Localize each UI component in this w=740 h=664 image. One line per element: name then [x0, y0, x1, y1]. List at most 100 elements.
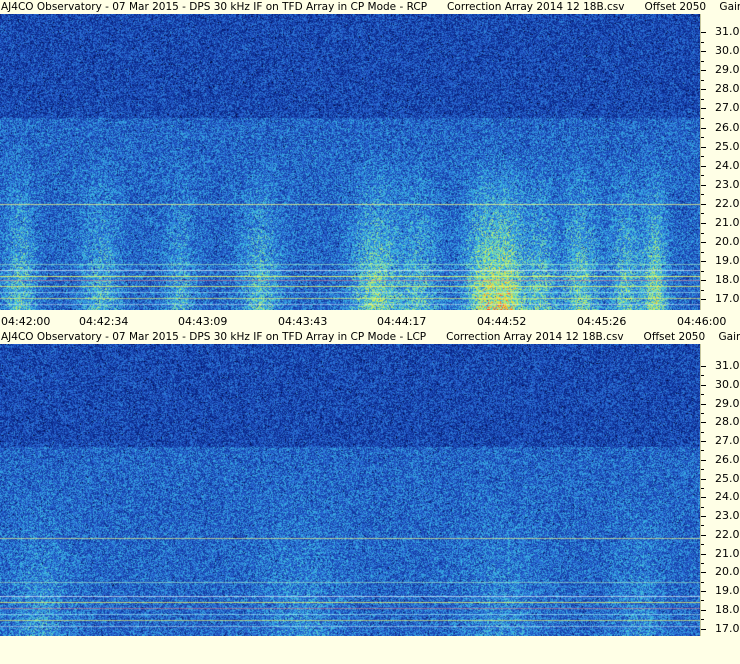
frequency-label: 30.0 [715, 377, 740, 391]
frequency-label: 19.0 [715, 254, 740, 268]
frequency-tick [701, 223, 706, 224]
frequency-label: 21.0 [715, 216, 740, 229]
frequency-minor-tick [701, 469, 704, 471]
frequency-label: 28.0 [715, 415, 740, 429]
frequency-minor-tick [701, 251, 704, 253]
frequency-tick [701, 628, 706, 630]
frequency-label: 30.0 [715, 44, 740, 58]
frequency-tick [701, 384, 706, 386]
frequency-tick [701, 299, 706, 301]
frequency-label: 31.0 [715, 25, 740, 38]
frequency-label: 29.0 [715, 63, 740, 77]
frequency-label: 31.0 [715, 359, 740, 372]
frequency-minor-tick [701, 544, 704, 546]
rcp-spectrogram [0, 14, 700, 310]
time-label: 04:46:00 [677, 315, 727, 328]
frequency-minor-tick [701, 600, 704, 602]
frequency-label: 20.0 [715, 565, 740, 579]
frequency-minor-tick [701, 506, 704, 508]
frequency-tick [701, 478, 706, 480]
frequency-tick [701, 459, 706, 461]
frequency-minor-tick [701, 175, 704, 177]
lcp-spectrogram-canvas [0, 344, 700, 636]
frequency-label: 22.0 [715, 527, 740, 541]
frequency-tick [701, 242, 706, 244]
frequency-tick [701, 203, 706, 205]
lcp-panel-title: AJ4CO Observatory - 07 Mar 2015 - DPS 30… [1, 331, 740, 343]
frequency-tick [701, 553, 706, 555]
rcp-panel-title: AJ4CO Observatory - 07 Mar 2015 - DPS 30… [1, 1, 740, 13]
frequency-label: 27.0 [715, 101, 740, 115]
frequency-tick [701, 591, 706, 592]
frequency-label: 21.0 [715, 546, 740, 560]
frequency-tick [701, 127, 706, 129]
frequency-minor-tick [701, 562, 704, 564]
frequency-minor-tick [701, 450, 704, 452]
time-label: 04:42:34 [79, 315, 129, 328]
frequency-tick [701, 516, 706, 517]
rcp-spectrogram-canvas [0, 14, 700, 310]
rcp-frequency-axis: 31.0 30.0 29.0 28.0 27.0 26.0 25.0 24.0 23.0 22.0… [700, 14, 740, 310]
frequency-minor-tick [701, 98, 704, 100]
frequency-label: 26.0 [715, 120, 740, 134]
frequency-label: 17.0 [715, 292, 740, 306]
frequency-minor-tick [701, 431, 704, 433]
lcp-frequency-axis: 31.0 30.0 29.0 28.0 27.0 26.0 25.0 24.0 23.0 22.0… [700, 344, 740, 636]
frequency-label: 22.0 [715, 196, 740, 210]
frequency-label: 18.0 [715, 602, 740, 616]
frequency-minor-tick [701, 525, 704, 527]
time-label: 04:43:43 [278, 315, 328, 328]
frequency-minor-tick [701, 394, 704, 396]
frequency-tick [701, 51, 706, 53]
time-axis: 04:42:00 04:42:34 04:43:09 04:43:43 04:4… [0, 310, 740, 330]
frequency-tick [701, 403, 706, 405]
frequency-minor-tick [701, 60, 704, 62]
frequency-minor-tick [701, 41, 704, 43]
frequency-label: 17.0 [715, 621, 740, 635]
frequency-label: 26.0 [715, 452, 740, 466]
lcp-panel: AJ4CO Observatory - 07 Mar 2015 - DPS 30… [0, 330, 740, 636]
time-label: 04:44:52 [477, 315, 527, 328]
frequency-label: 27.0 [715, 434, 740, 447]
frequency-tick [701, 441, 706, 442]
frequency-label: 24.0 [715, 490, 740, 504]
frequency-tick [701, 70, 706, 72]
frequency-minor-tick [701, 581, 704, 583]
time-label: 04:42:00 [1, 315, 51, 328]
frequency-tick [701, 422, 706, 424]
frequency-tick [701, 32, 706, 33]
frequency-label: 18.0 [715, 273, 740, 287]
frequency-tick [701, 165, 706, 167]
frequency-minor-tick [701, 375, 704, 377]
rcp-panel: AJ4CO Observatory - 07 Mar 2015 - DPS 30… [0, 0, 740, 310]
frequency-minor-tick [701, 213, 704, 215]
frequency-tick [701, 497, 706, 499]
frequency-tick [701, 146, 706, 148]
frequency-tick [701, 184, 706, 186]
frequency-tick [701, 534, 706, 536]
frequency-minor-tick [701, 194, 704, 196]
frequency-tick [701, 261, 706, 263]
frequency-label: 24.0 [715, 158, 740, 172]
frequency-label: 25.0 [715, 471, 740, 485]
frequency-label: 28.0 [715, 82, 740, 96]
frequency-minor-tick [701, 619, 704, 621]
frequency-tick [701, 108, 706, 110]
frequency-minor-tick [701, 487, 704, 489]
frequency-tick [701, 366, 706, 367]
frequency-minor-tick [701, 412, 704, 414]
time-label: 04:43:09 [178, 315, 228, 328]
frequency-label: 19.0 [715, 584, 740, 597]
frequency-tick [701, 609, 706, 611]
time-label: 04:44:17 [377, 315, 427, 328]
frequency-label: 25.0 [715, 139, 740, 153]
frequency-minor-tick [701, 156, 704, 158]
frequency-label: 29.0 [715, 396, 740, 410]
frequency-label: 23.0 [715, 177, 740, 191]
frequency-minor-tick [701, 137, 704, 139]
frequency-minor-tick [701, 117, 704, 119]
frequency-tick [701, 280, 706, 282]
time-label: 04:45:26 [577, 315, 627, 328]
bottom-strip [0, 636, 740, 664]
frequency-minor-tick [701, 289, 704, 291]
